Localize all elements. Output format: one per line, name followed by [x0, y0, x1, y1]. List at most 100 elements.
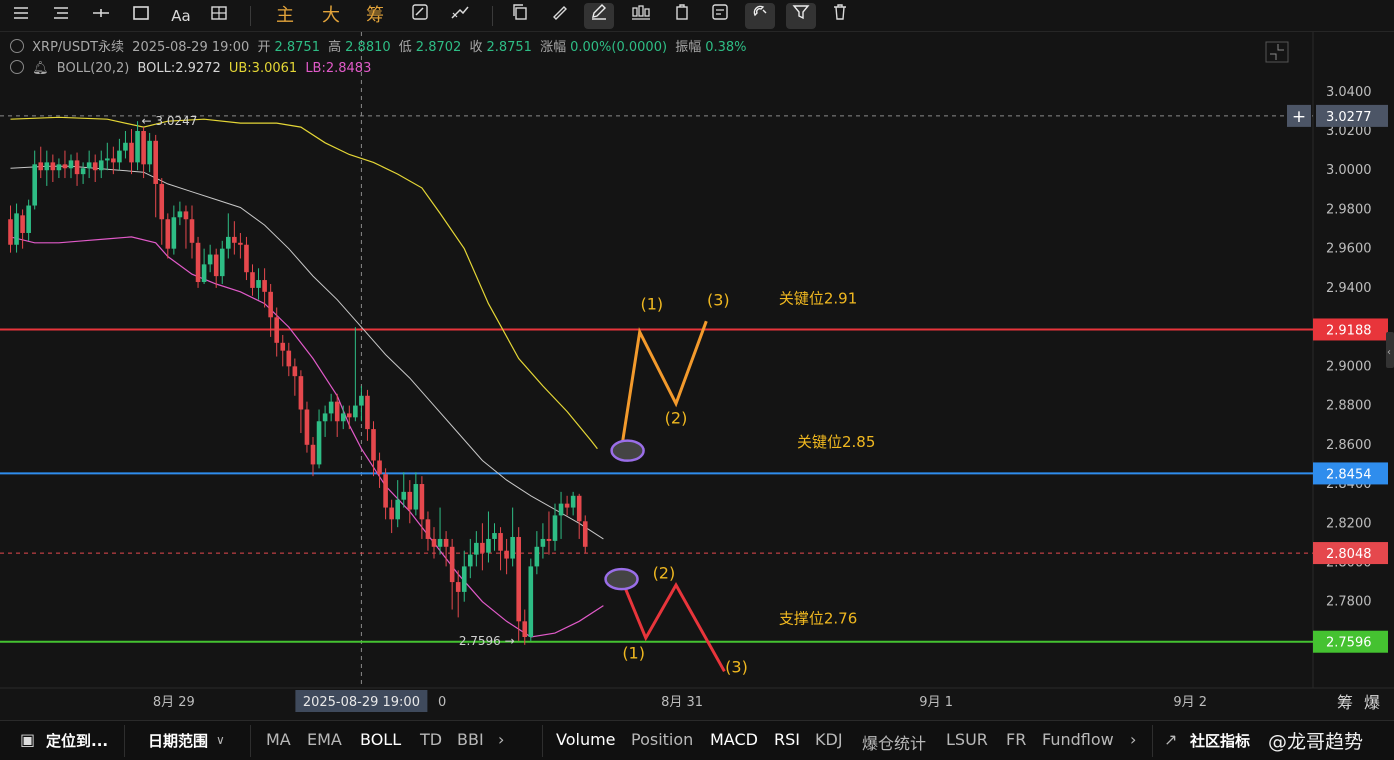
indicator-ema[interactable]: EMA: [307, 730, 342, 749]
datetime-label: 2025-08-29 19:00: [132, 40, 250, 55]
candle-icon[interactable]: [626, 3, 656, 29]
candle-body: [256, 280, 261, 288]
candle-body: [480, 542, 485, 553]
candle-body: [510, 536, 515, 559]
boll-lb-value: LB:2.8483: [305, 61, 372, 76]
rect-icon[interactable]: [128, 3, 154, 29]
toolbar-separator: [250, 6, 251, 26]
candle-body: [328, 401, 334, 414]
bottom-separator: [250, 725, 251, 757]
bottom-separator: [124, 725, 125, 757]
candle-body: [201, 264, 207, 283]
bell-icon[interactable]: 🔔︎: [32, 61, 49, 76]
candle-body: [147, 140, 152, 165]
chip-corner-label: 筹: [1337, 693, 1353, 712]
indicator-bbi[interactable]: BBI: [457, 730, 484, 749]
date-range-button[interactable]: 日期范围: [148, 730, 208, 751]
ruler-icon[interactable]: [546, 3, 574, 29]
chip-button[interactable]: 筹: [360, 3, 390, 29]
candle-body: [540, 538, 546, 547]
chevron-right-icon[interactable]: ›: [1130, 730, 1136, 749]
indicator-boll[interactable]: BOLL: [360, 730, 401, 749]
candle-body: [389, 507, 394, 520]
candle-body: [135, 130, 140, 163]
trend-icon[interactable]: [446, 3, 474, 29]
candle-body: [413, 484, 419, 510]
note-icon[interactable]: [706, 3, 734, 29]
sub-fundflow[interactable]: Fundflow: [1042, 730, 1114, 749]
grid-icon[interactable]: [206, 3, 232, 29]
list-icon[interactable]: [48, 3, 74, 29]
level-price-label: 2.9188: [1326, 323, 1372, 338]
candle-body: [123, 142, 128, 151]
liquidation-corner-label: 爆: [1364, 693, 1380, 712]
candle-body: [298, 376, 304, 410]
boll-ub-value: UB:3.0061: [228, 61, 298, 76]
sub-position[interactable]: Position: [631, 730, 693, 749]
candle-body: [395, 499, 400, 520]
candle-body: [504, 550, 509, 559]
high-label: 高: [328, 40, 342, 55]
sub-lsur[interactable]: LSUR: [946, 730, 988, 749]
candle-body: [38, 162, 44, 171]
candlestick-chart[interactable]: 3.04003.02003.00002.98002.96002.94002.92…: [0, 32, 1394, 720]
candle-body: [558, 503, 564, 516]
sub-macd[interactable]: MACD: [710, 730, 758, 749]
collapse-icon[interactable]: [10, 39, 24, 53]
sub-volume[interactable]: Volume: [556, 730, 616, 749]
symbol-label: XRP/USDT永续: [32, 40, 125, 55]
candle-body: [552, 515, 558, 541]
sub-liquidation[interactable]: 爆仓统计: [862, 730, 926, 754]
candle-body: [105, 158, 110, 161]
candle-body: [56, 164, 62, 171]
chevron-right-icon[interactable]: ›: [498, 730, 504, 749]
close-label: 收: [469, 40, 483, 55]
community-indicator-button[interactable]: 社区指标: [1190, 730, 1250, 751]
crosshair-icon[interactable]: [88, 3, 114, 29]
clip-icon[interactable]: [668, 3, 696, 29]
candle-body: [419, 484, 425, 520]
open-value: 2.8751: [274, 40, 320, 55]
chevron-down-icon[interactable]: ∨: [216, 733, 225, 747]
main-chart-button[interactable]: 主: [270, 3, 300, 29]
indicator-td[interactable]: TD: [420, 730, 442, 749]
candle-body: [32, 164, 37, 206]
candle-body: [129, 142, 134, 163]
wave-label: (3): [707, 291, 730, 310]
candle-body: [564, 503, 570, 508]
x-tick-label: 9月 2: [1173, 695, 1207, 710]
external-link-icon[interactable]: ↗: [1164, 730, 1177, 749]
candle-body: [117, 150, 122, 163]
watermark: @龙哥趋势: [1268, 731, 1364, 753]
sub-rsi[interactable]: RSI: [774, 730, 800, 749]
x-tick-label-partial: 0: [438, 695, 446, 710]
candle-body: [377, 460, 382, 475]
copy-icon[interactable]: [506, 3, 534, 29]
large-order-button[interactable]: 大: [316, 3, 346, 29]
edit-icon[interactable]: [406, 3, 434, 29]
candle-body: [353, 405, 358, 418]
locate-button[interactable]: 定位到...: [46, 730, 108, 751]
y-tick-label: 2.9000: [1326, 359, 1372, 374]
indicator-ma[interactable]: MA: [266, 730, 291, 749]
filter-icon[interactable]: [786, 3, 816, 29]
candle-body: [449, 546, 455, 583]
font-size-icon[interactable]: Aa: [166, 3, 196, 29]
wave-label: (2): [653, 563, 676, 582]
change-value: 0.00%(0.0000): [570, 40, 668, 55]
bottom-separator: [1152, 725, 1153, 757]
candle-body: [431, 538, 437, 547]
calendar-icon[interactable]: ▣: [20, 730, 35, 749]
candle-body: [232, 236, 237, 243]
trash-icon[interactable]: [826, 3, 854, 29]
open-label: 开: [257, 40, 271, 55]
boll-legend-row: 🔔︎ BOLL(20,2) BOLL:2.9272 UB:3.0061 LB:2…: [10, 58, 751, 79]
menu-icon[interactable]: [8, 3, 34, 29]
sub-kdj[interactable]: KDJ: [815, 730, 843, 749]
sub-fr[interactable]: FR: [1006, 730, 1026, 749]
pen-icon[interactable]: [584, 3, 614, 29]
collapse-icon[interactable]: [10, 60, 24, 74]
candle-body: [14, 213, 19, 245]
magnet-icon[interactable]: [745, 3, 775, 29]
candle-body: [68, 160, 74, 169]
